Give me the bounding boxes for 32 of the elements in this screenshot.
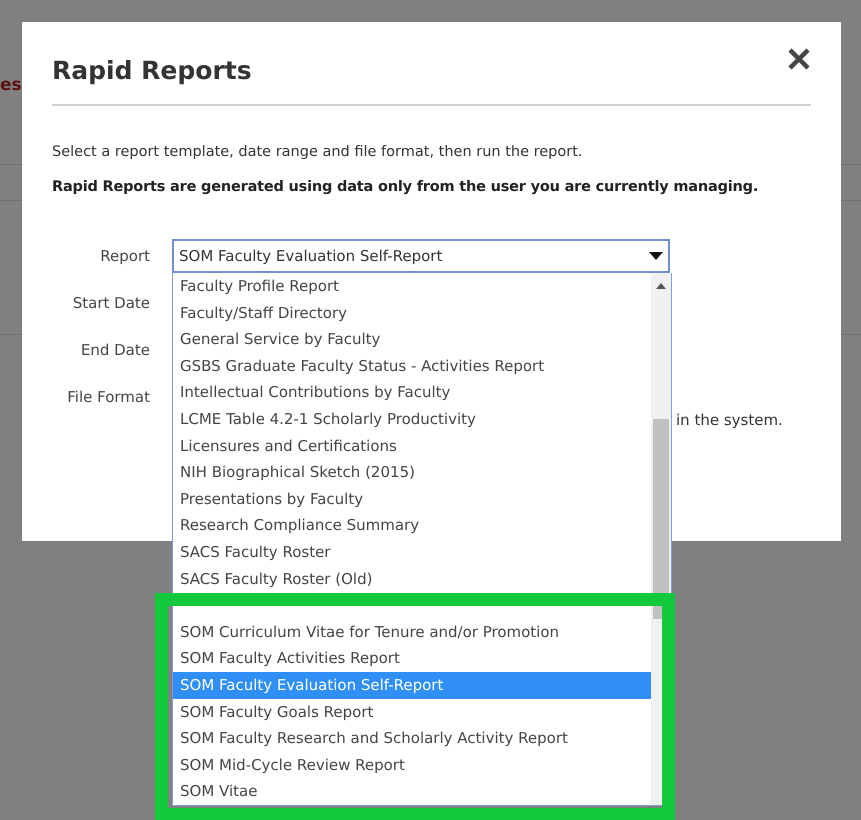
close-icon[interactable] — [787, 46, 811, 71]
dropdown-option[interactable]: SOM Mid-Cycle Review Report — [173, 752, 651, 778]
dropdown-option[interactable]: Intellectual Contributions by Faculty — [173, 379, 651, 406]
dropdown-option[interactable]: Presentations by Faculty — [173, 486, 651, 512]
field-label: Report — [99, 246, 150, 267]
dropdown-option[interactable]: Research Compliance Summary — [173, 512, 651, 539]
note-text: in the system. — [676, 411, 783, 429]
dropdown-option[interactable]: SOM Curriculum Vitae for Tenure and/or Promotion — [173, 618, 651, 646]
scroll-up-icon[interactable] — [656, 283, 666, 289]
dropdown-option[interactable]: GSBS Graduate Faculty Status - Activities Report — [173, 352, 651, 380]
dropdown-option[interactable]: SACS Faculty Roster — [173, 538, 651, 566]
dropdown-option[interactable]: Faculty/Staff Directory — [173, 300, 651, 326]
scrollbar-thumb[interactable] — [653, 419, 669, 619]
field-label: File Format — [66, 386, 150, 408]
notice-text: Rapid Reports are generated using data only from the user you are currently managing. — [52, 178, 760, 198]
report-select[interactable]: SOM Faculty Evaluation Self-Report — [172, 239, 670, 273]
dropdown-option[interactable]: SOM Faculty Activities Report — [173, 645, 651, 672]
dropdown-option[interactable]: SACS Faculty Roster (Old) — [173, 566, 651, 592]
field-label: End Date — [80, 340, 150, 361]
dropdown-option[interactable]: Licensures and Certifications — [173, 432, 651, 460]
dropdown-option[interactable]: Faculty Profile Report — [173, 273, 651, 300]
dropdown-option[interactable]: General Service by Faculty — [173, 326, 651, 353]
page-heading: es — [0, 77, 22, 94]
intro-text: Select a report template, date range and file format, then run the report. — [52, 142, 584, 162]
dropdown-option[interactable]: SOM Faculty Research and Scholarly Activity Report — [173, 725, 651, 752]
caret-icon — [649, 252, 663, 260]
dropdown-option[interactable]: NIH Biographical Sketch (2015) — [173, 459, 651, 486]
dropdown-option[interactable]: LCME Table 4.2-1 Scholarly Productivity — [173, 406, 651, 433]
dropdown-option[interactable]: SOM Faculty Goals Report — [173, 698, 651, 726]
dialog-title: Rapid Reports — [52, 55, 252, 87]
field-label: Start Date — [72, 292, 150, 314]
dropdown-option[interactable]: SOM Vitae — [173, 778, 651, 805]
